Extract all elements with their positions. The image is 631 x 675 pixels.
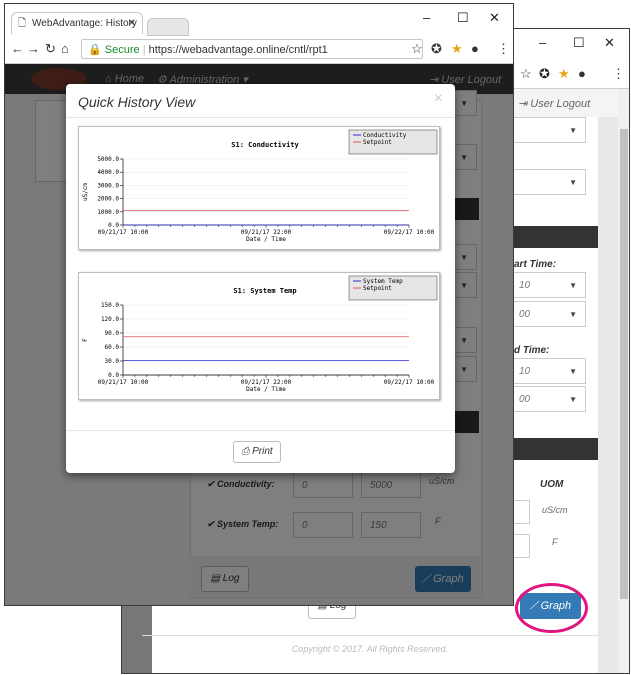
print-button[interactable]: ⎙ Print (233, 441, 281, 463)
modal-header-divider (66, 117, 455, 118)
chart-title: S1: Conductivity (231, 141, 299, 149)
secure-label: Secure (104, 44, 140, 56)
y-tick-label: 2000.0 (97, 196, 119, 203)
end-time-label: d Time: (514, 345, 550, 356)
chart-title: S1: System Temp (233, 287, 296, 295)
start-minute-value: 00 (519, 309, 531, 320)
maximize-button[interactable]: ☐ (573, 35, 585, 51)
y-tick-label: 120.0 (101, 316, 119, 323)
y-axis-label: uS/cm (82, 183, 89, 201)
y-tick-label: 150.0 (101, 302, 119, 309)
maximize-button[interactable]: ☐ (457, 10, 469, 26)
new-tab-button[interactable] (147, 18, 189, 36)
front-titlebar: 🗋 WebAdvantage: History ✕ – ☐ ✕ (5, 4, 513, 36)
highlight-circle (515, 583, 588, 633)
temp-chart-svg: S1: System Temp System TempSetpoint 0.0 30.… (82, 275, 438, 393)
forward-arrow-icon[interactable]: → (27, 41, 40, 56)
extension-circle-icon[interactable]: ● (578, 66, 586, 81)
select-1[interactable]: ▼ (510, 117, 586, 143)
url-text: https://webadvantage.online/cntl/rpt1 (148, 44, 328, 56)
select-2[interactable]: ▼ (510, 169, 586, 195)
minimize-button[interactable]: – (423, 10, 430, 25)
print-icon: ⎙ (241, 446, 250, 457)
range-panel-header (510, 438, 598, 460)
front-address-bar: ← → ↻ ⌂ 🔒 Secure | https://webadvantage.… (5, 36, 513, 64)
footer-divider (142, 635, 599, 636)
y-tick-label: 3000.0 (97, 182, 119, 189)
copyright-text: Copyright © 2017. All Rights Reserved. (291, 644, 449, 654)
reload-icon[interactable]: ↻ (45, 41, 56, 57)
uom-conductivity: uS/cm (542, 505, 568, 515)
x-tick-label: 09/22/17 10:00 (384, 229, 435, 236)
legend-label-0: Conductivity (363, 132, 407, 139)
extension-star-icon[interactable]: ★ (451, 41, 463, 57)
conductivity-chart: S1: Conductivity Conductivity Setpoint 0.0 1… (78, 126, 440, 250)
logout-link[interactable]: ⇥ User Logout (518, 97, 590, 110)
back-arrow-icon[interactable]: ← (11, 41, 24, 56)
y-tick-label: 60.0 (105, 344, 120, 351)
extension-star-icon[interactable]: ★ (558, 66, 570, 82)
x-tick-label: 09/21/17 22:00 (241, 379, 292, 386)
front-browser-window: 🗋 WebAdvantage: History ✕ – ☐ ✕ ← → ↻ ⌂ … (4, 3, 514, 606)
menu-icon[interactable]: ⋮ (612, 66, 625, 82)
x-axis-label: Date / Time (246, 386, 286, 393)
url-field[interactable]: 🔒 Secure | https://webadvantage.online/c… (81, 39, 423, 59)
start-minute-select[interactable]: 00 ▼ (510, 301, 586, 327)
x-tick-label: 09/21/17 22:00 (241, 229, 292, 236)
minimize-button[interactable]: – (539, 35, 546, 50)
x-tick-label: 09/22/17 10:00 (384, 379, 435, 386)
menu-icon[interactable]: ⋮ (497, 41, 510, 57)
print-label: Print (252, 446, 273, 457)
y-tick-label: 5000.0 (97, 156, 119, 163)
modal-close-button[interactable]: × (434, 90, 443, 108)
quick-history-modal: Quick History View × S1: Conductivity Con… (66, 84, 455, 473)
back-right-gutter (598, 117, 618, 673)
close-window-button[interactable]: ✕ (604, 35, 615, 51)
end-minute-select[interactable]: 00 ▼ (510, 386, 586, 412)
scrollbar[interactable] (618, 89, 629, 673)
end-minute-value: 00 (519, 394, 531, 405)
y-axis-label: F (82, 338, 89, 342)
start-time-label: art Time: (514, 259, 557, 270)
y-tick-label: 0.0 (108, 222, 119, 229)
extension-circle-icon[interactable]: ● (471, 41, 479, 56)
extension-icon[interactable]: ✪ (539, 66, 550, 82)
tab-title: WebAdvantage: History (32, 18, 137, 29)
star-icon[interactable]: ☆ (520, 66, 532, 82)
start-hour-select[interactable]: 10 ▼ (510, 272, 586, 298)
legend-label-1: Setpoint (363, 285, 392, 292)
lock-icon: 🔒 (88, 44, 102, 56)
x-tick-label: 09/21/17 10:00 (98, 379, 149, 386)
y-tick-label: 30.0 (105, 358, 120, 365)
legend-label-0: System Temp (363, 278, 403, 285)
end-hour-value: 10 (519, 366, 531, 377)
start-hour-value: 10 (519, 280, 531, 291)
home-icon[interactable]: ⌂ (61, 41, 69, 56)
time-panel-header (510, 226, 598, 248)
x-tick-label: 09/21/17 10:00 (98, 229, 149, 236)
y-tick-label: 1000.0 (97, 209, 119, 216)
y-tick-label: 4000.0 (97, 169, 119, 176)
conductivity-chart-svg: S1: Conductivity ConductivitySetpoint 0.0 1… (82, 129, 438, 243)
modal-title: Quick History View (78, 94, 196, 110)
page-icon: 🗋 (18, 18, 27, 29)
x-axis-label: Date / Time (246, 236, 286, 243)
uom-temp: F (552, 537, 558, 547)
uom-header: UOM (540, 479, 564, 490)
extension-icon[interactable]: ✪ (431, 41, 442, 57)
close-window-button[interactable]: ✕ (489, 10, 500, 26)
y-tick-label: 90.0 (105, 330, 120, 337)
temp-chart: S1: System Temp System Temp Setpoint 0.0 30.… (78, 272, 440, 400)
star-icon[interactable]: ☆ (411, 41, 423, 57)
y-tick-label: 0.0 (108, 372, 119, 379)
end-hour-select[interactable]: 10 ▼ (510, 358, 586, 384)
logout-label: User Logout (530, 98, 591, 110)
modal-footer-divider (66, 430, 455, 431)
browser-tab[interactable]: 🗋 WebAdvantage: History ✕ (11, 12, 143, 34)
scrollbar-thumb[interactable] (620, 129, 628, 599)
tab-close-icon[interactable]: ✕ (128, 13, 136, 34)
legend-label-1: Setpoint (363, 139, 392, 146)
